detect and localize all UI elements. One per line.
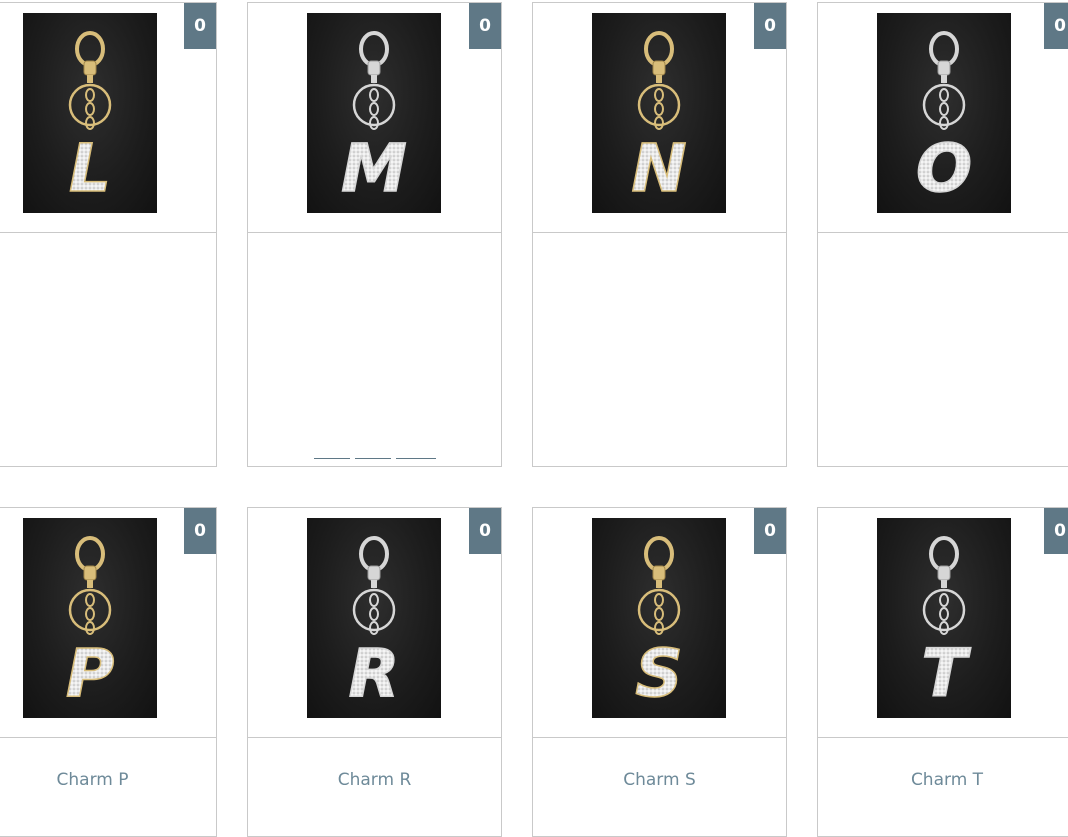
count-badge: 0 [469, 508, 501, 554]
product-title-link[interactable]: Charm T [818, 738, 1068, 822]
count-badge: 0 [754, 508, 786, 554]
product-image-area[interactable]: L 0 [0, 3, 216, 233]
product-card[interactable]: L 0 [0, 2, 217, 467]
count-badge: 0 [469, 3, 501, 49]
product-card[interactable]: M 0 [247, 2, 502, 467]
product-image-area[interactable]: N 0 [533, 3, 786, 233]
product-card[interactable]: T 0 Charm T [817, 507, 1068, 837]
product-title-link[interactable]: Charm P [0, 738, 216, 822]
loading-dash [354, 458, 391, 459]
product-photo[interactable]: T [877, 518, 1011, 718]
product-card[interactable]: N 0 [532, 2, 787, 467]
count-badge: 0 [184, 508, 216, 554]
loading-indicator [248, 458, 501, 459]
product-image-area[interactable]: R 0 [248, 508, 501, 738]
product-image-area[interactable]: M 0 [248, 3, 501, 233]
svg-text:T: T [921, 635, 971, 712]
product-photo[interactable]: L [23, 13, 157, 213]
product-card[interactable]: S 0 Charm S [532, 507, 787, 837]
product-photo[interactable]: N [592, 13, 726, 213]
product-card[interactable]: R 0 Charm R [247, 507, 502, 837]
svg-text:P: P [66, 635, 114, 712]
loading-dash [395, 458, 436, 459]
product-card[interactable]: P 0 Charm P [0, 507, 217, 837]
count-badge: 0 [1044, 3, 1068, 49]
product-image-area[interactable]: P 0 [0, 508, 216, 738]
svg-text:L: L [69, 130, 111, 207]
svg-text:N: N [631, 130, 686, 207]
product-image-area[interactable]: O 0 [818, 3, 1068, 233]
count-badge: 0 [754, 3, 786, 49]
product-title-link[interactable]: Charm S [533, 738, 786, 822]
svg-text:S: S [635, 635, 683, 712]
count-badge: 0 [1044, 508, 1068, 554]
loading-dash [313, 458, 350, 459]
svg-text:R: R [349, 635, 400, 712]
count-badge: 0 [184, 3, 216, 49]
product-card[interactable]: O 0 [817, 2, 1068, 467]
product-image-area[interactable]: T 0 [818, 508, 1068, 738]
product-title-link[interactable]: Charm R [248, 738, 501, 822]
product-photo[interactable]: R [307, 518, 441, 718]
svg-text:M: M [341, 130, 407, 207]
product-photo[interactable]: P [23, 518, 157, 718]
product-photo[interactable]: S [592, 518, 726, 718]
product-image-area[interactable]: S 0 [533, 508, 786, 738]
product-photo[interactable]: M [307, 13, 441, 213]
product-photo[interactable]: O [877, 13, 1011, 213]
svg-text:O: O [916, 130, 972, 207]
